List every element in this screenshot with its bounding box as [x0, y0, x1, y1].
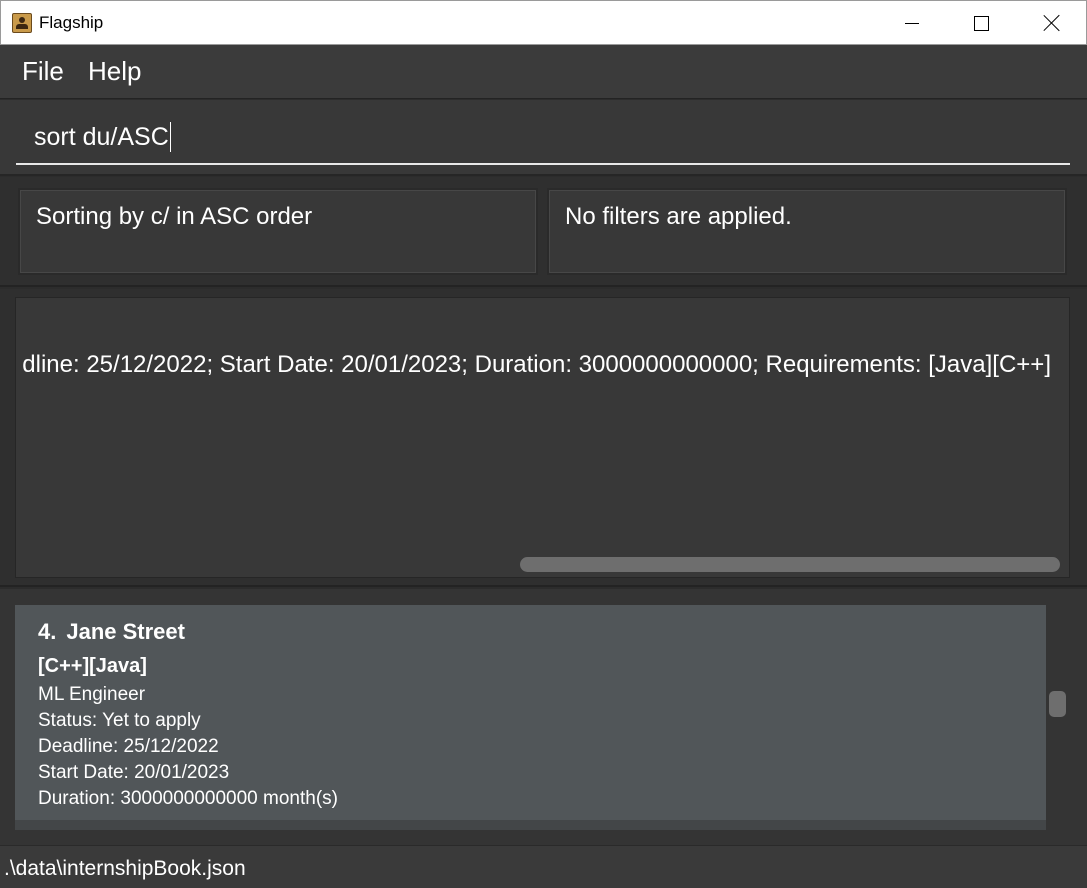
minimize-button[interactable] — [889, 1, 935, 45]
text-caret — [169, 122, 171, 152]
menu-bar: File Help — [0, 45, 1087, 99]
close-icon — [1043, 14, 1061, 32]
card-role: ML Engineer — [38, 684, 146, 705]
filter-status-text: No filters are applied. — [565, 203, 792, 230]
menu-file[interactable]: File — [22, 56, 64, 87]
window-title: Flagship — [39, 13, 104, 32]
menu-help[interactable]: Help — [88, 56, 141, 87]
title-bar: Flagship — [0, 0, 1087, 45]
command-box-area: sort du/ASC — [0, 100, 1087, 176]
card-index: 4. — [38, 619, 57, 644]
close-button[interactable] — [1029, 1, 1075, 45]
card-deadline: Deadline: 25/12/2022 — [38, 736, 219, 757]
card-start-date: Start Date: 20/01/2023 — [38, 762, 230, 783]
status-bar: .\data\internshipBook.json — [0, 845, 1087, 888]
internship-card[interactable]: 4. Jane Street [C++][Java] ML Engineer St… — [15, 605, 1046, 820]
minimize-icon — [905, 22, 919, 24]
status-panels: Sorting by c/ in ASC order No filters ar… — [0, 177, 1087, 287]
app-icon — [12, 13, 32, 33]
sort-panel: Sorting by c/ in ASC order — [18, 188, 538, 275]
result-display-area: dline: 25/12/2022; Start Date: 20/01/202… — [0, 289, 1087, 587]
save-file-path: .\data\internshipBook.json — [4, 857, 246, 880]
horizontal-scrollbar[interactable] — [520, 557, 1060, 572]
card-status: Status: Yet to apply — [38, 710, 201, 731]
maximize-button[interactable] — [958, 1, 1004, 45]
card-company: Jane Street — [66, 619, 185, 644]
maximize-icon — [973, 15, 989, 31]
card-title: 4. Jane Street — [38, 619, 185, 645]
vertical-scrollbar[interactable] — [1049, 691, 1066, 717]
filter-panel: No filters are applied. — [547, 188, 1067, 275]
command-input-text: sort du/ASC — [34, 122, 169, 151]
result-message: dline: 25/12/2022; Start Date: 20/01/202… — [22, 351, 1051, 378]
next-card-edge — [15, 820, 1046, 830]
card-duration: Duration: 3000000000000 month(s) — [38, 788, 338, 809]
internship-list: 4. Jane Street [C++][Java] ML Engineer St… — [0, 589, 1087, 845]
sort-status-text: Sorting by c/ in ASC order — [36, 203, 313, 230]
command-input[interactable]: sort du/ASC — [16, 112, 1070, 165]
result-display[interactable]: dline: 25/12/2022; Start Date: 20/01/202… — [15, 297, 1070, 578]
card-tags: [C++][Java] — [38, 655, 147, 677]
